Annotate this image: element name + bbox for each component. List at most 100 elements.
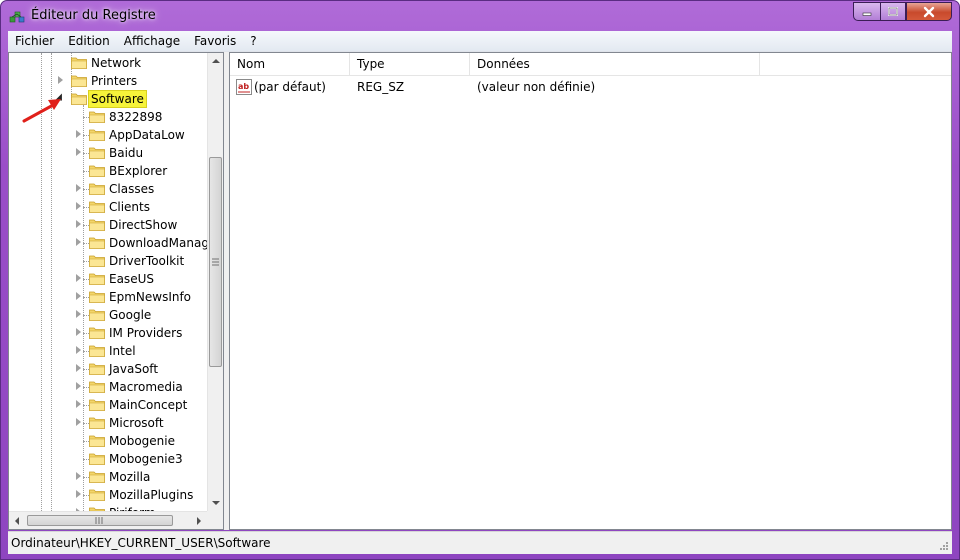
string-value-icon: ab — [236, 79, 252, 95]
horizontal-scroll-thumb[interactable] — [27, 515, 173, 526]
value-type: REG_SZ — [357, 80, 405, 94]
tree-item-label: Printers — [91, 74, 138, 88]
tree-item-label: Macromedia — [109, 380, 183, 394]
chevron-right-icon — [197, 517, 201, 525]
list-item[interactable]: ab (par défaut) REG_SZ (valeur non défin… — [230, 77, 951, 97]
column-header-data[interactable]: Données — [470, 53, 760, 75]
tree-item-label: EaseUS — [109, 272, 154, 286]
tree-horizontal-scrollbar[interactable] — [9, 511, 207, 529]
tree-item-label: BExplorer — [109, 164, 168, 178]
scroll-up-button[interactable] — [208, 53, 223, 69]
menu-help[interactable]: ? — [243, 31, 263, 51]
tree-item-im-providers[interactable]: IM Providers — [9, 324, 207, 342]
tree-item-downloadmanage[interactable]: DownloadManage — [9, 234, 207, 252]
folder-icon — [89, 111, 105, 123]
expand-arrow-icon[interactable] — [76, 274, 81, 282]
vertical-scroll-thumb[interactable] — [209, 157, 222, 367]
folder-icon — [89, 219, 105, 231]
menu-favoris[interactable]: Favoris — [187, 31, 243, 51]
tree-item-directshow[interactable]: DirectShow — [9, 216, 207, 234]
tree-item-label: JavaSoft — [109, 362, 159, 376]
chevron-down-icon — [212, 501, 220, 505]
tree-item-epmnewsinfo[interactable]: EpmNewsInfo — [9, 288, 207, 306]
tree-item-mozillaplugins[interactable]: MozillaPlugins — [9, 486, 207, 504]
tree-item-clients[interactable]: Clients — [9, 198, 207, 216]
tree-item-baidu[interactable]: Baidu — [9, 144, 207, 162]
expand-arrow-icon[interactable] — [58, 76, 63, 84]
scroll-left-button[interactable] — [9, 513, 25, 529]
chevron-left-icon — [15, 517, 19, 525]
values-list-pane: Nom Type Données ab (par défaut) REG_SZ … — [229, 52, 952, 530]
tree-item-label: Software — [88, 90, 147, 108]
maximize-button[interactable] — [880, 2, 906, 21]
minimize-button[interactable] — [853, 2, 880, 21]
scroll-down-button[interactable] — [208, 495, 223, 511]
expand-arrow-icon[interactable] — [76, 202, 81, 210]
tree-item-label: Intel — [109, 344, 136, 358]
folder-icon — [89, 471, 105, 483]
expand-arrow-icon[interactable] — [76, 292, 81, 300]
menu-bar: Fichier Edition Affichage Favoris ? — [8, 31, 952, 52]
tree-item-microsoft[interactable]: Microsoft — [9, 414, 207, 432]
window-title: Éditeur du Registre — [31, 8, 156, 23]
menu-fichier[interactable]: Fichier — [8, 31, 61, 51]
tree-item-label: Baidu — [109, 146, 144, 160]
expand-arrow-icon[interactable] — [76, 472, 81, 480]
expand-arrow-icon[interactable] — [76, 130, 81, 138]
expand-arrow-icon[interactable] — [76, 400, 81, 408]
scroll-right-button[interactable] — [191, 513, 207, 529]
folder-icon — [89, 147, 105, 159]
folder-icon — [89, 363, 105, 375]
expand-arrow-icon[interactable] — [76, 148, 81, 156]
column-header-name[interactable]: Nom — [230, 53, 350, 75]
tree-item-label: DriverToolkit — [109, 254, 185, 268]
tree-item-intel[interactable]: Intel — [9, 342, 207, 360]
tree-item-classes[interactable]: Classes — [9, 180, 207, 198]
expand-arrow-icon[interactable] — [76, 490, 81, 498]
tree-item-printers[interactable]: Printers — [9, 72, 207, 90]
grip-icon — [95, 517, 103, 524]
menu-edition[interactable]: Edition — [61, 31, 117, 51]
tree-item-mozilla[interactable]: Mozilla — [9, 468, 207, 486]
folder-icon — [89, 345, 105, 357]
folder-icon — [89, 453, 105, 465]
expand-arrow-icon[interactable] — [76, 382, 81, 390]
tree-item-label: MainConcept — [109, 398, 188, 412]
grip-icon — [212, 258, 219, 266]
tree-item-macromedia[interactable]: Macromedia — [9, 378, 207, 396]
folder-icon — [71, 93, 87, 105]
tree-item-piriform[interactable]: Piriform — [9, 504, 207, 511]
expand-arrow-icon[interactable] — [76, 346, 81, 354]
tree-vertical-scrollbar[interactable] — [207, 53, 223, 511]
close-button[interactable] — [906, 2, 952, 21]
title-bar[interactable]: Éditeur du Registre — [1, 1, 959, 31]
column-header-type[interactable]: Type — [350, 53, 470, 75]
tree-item-appdatalow[interactable]: AppDataLow — [9, 126, 207, 144]
folder-icon — [89, 255, 105, 267]
expand-arrow-icon[interactable] — [76, 184, 81, 192]
tree-item-mainconcept[interactable]: MainConcept — [9, 396, 207, 414]
tree-item-label: Google — [109, 308, 152, 322]
tree-item-mobogenie3[interactable]: Mobogenie3 — [9, 450, 207, 468]
expand-arrow-icon[interactable] — [76, 328, 81, 336]
resize-grip-icon[interactable] — [939, 541, 949, 551]
tree-item-javasoft[interactable]: JavaSoft — [9, 360, 207, 378]
menu-affichage[interactable]: Affichage — [117, 31, 187, 51]
expand-arrow-icon[interactable] — [76, 364, 81, 372]
folder-icon — [89, 183, 105, 195]
tree-item-bexplorer[interactable]: BExplorer — [9, 162, 207, 180]
folder-icon — [89, 201, 105, 213]
tree-item-easeus[interactable]: EaseUS — [9, 270, 207, 288]
tree-item-google[interactable]: Google — [9, 306, 207, 324]
tree-item-mobogenie[interactable]: Mobogenie — [9, 432, 207, 450]
folder-icon — [71, 75, 87, 87]
expand-arrow-icon[interactable] — [76, 418, 81, 426]
expand-arrow-icon[interactable] — [76, 310, 81, 318]
expand-arrow-icon[interactable] — [76, 238, 81, 246]
registry-editor-window: Éditeur du Registre Fichier Edition Affi… — [0, 0, 960, 560]
tree-item-label: Network — [91, 56, 142, 70]
expand-arrow-icon[interactable] — [76, 220, 81, 228]
folder-icon — [89, 273, 105, 285]
tree-item-network[interactable]: Network — [9, 54, 207, 72]
tree-item-drivertoolkit[interactable]: DriverToolkit — [9, 252, 207, 270]
